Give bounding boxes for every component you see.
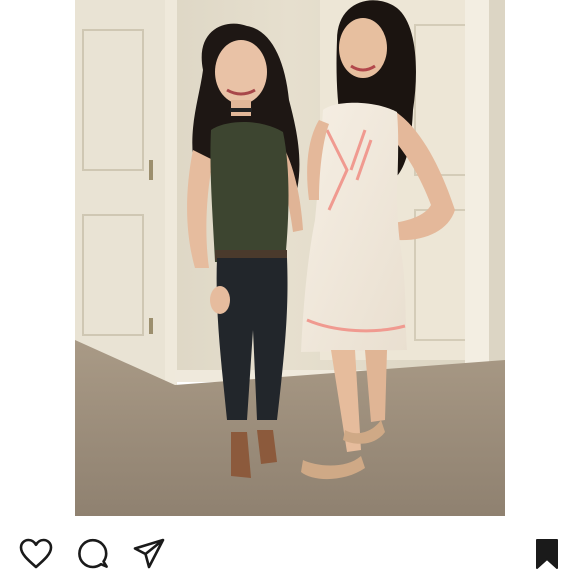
comment-button[interactable] xyxy=(75,536,111,572)
like-button[interactable] xyxy=(18,536,54,572)
comment-icon xyxy=(76,537,110,571)
heart-icon xyxy=(19,538,53,570)
share-icon xyxy=(132,537,166,571)
post-action-bar xyxy=(0,516,580,580)
bookmark-icon xyxy=(534,538,560,570)
share-button[interactable] xyxy=(131,536,167,572)
post-photo[interactable] xyxy=(75,0,505,516)
save-button[interactable] xyxy=(529,536,565,572)
